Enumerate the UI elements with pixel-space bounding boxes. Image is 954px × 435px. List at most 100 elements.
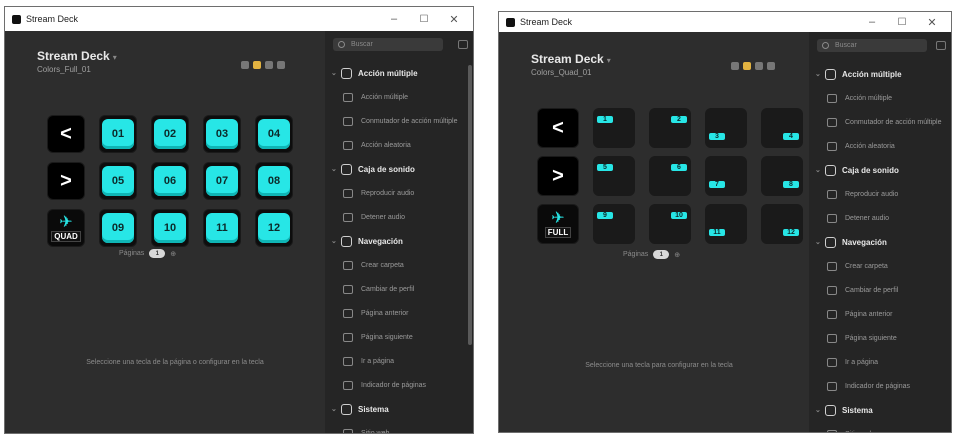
category-sistema[interactable]: ⌄ Sistema [325,397,473,421]
key-04[interactable]: 04 [255,115,293,153]
action-item-accion-aleatoria[interactable]: Acción aleatoria [325,133,473,157]
action-item-pagina-anterior[interactable]: Página anterior [325,301,473,325]
maximize-button[interactable]: ☐ [409,14,439,25]
action-item-sitio-web[interactable]: Sitio web [809,422,951,432]
quad-key-10[interactable]: 10 [649,204,691,244]
previous-page-key[interactable]: < [537,108,579,148]
quad-key-8[interactable]: 8 [761,156,803,196]
user-icon[interactable] [767,62,775,70]
category-icon [825,404,836,416]
quad-key-3[interactable]: 3 [705,108,747,148]
key-11[interactable]: 11 [203,209,241,247]
quad-key-4[interactable]: 4 [761,108,803,148]
page-pill[interactable]: 1 [149,249,166,258]
profile-switch-key[interactable]: ✈ FULL [537,204,579,244]
action-item-accion-multiple[interactable]: Acción múltiple [325,85,473,109]
category-caja-de-sonido[interactable]: ⌄ Caja de sonido [325,157,473,181]
quad-key-2[interactable]: 2 [649,108,691,148]
profile-selector[interactable]: Colors_Quad_01 [531,68,591,77]
quad-key-6[interactable]: 6 [649,156,691,196]
action-item-cambiar-de-perfil[interactable]: Cambiar de perfil [809,278,951,302]
action-item-accion-aleatoria[interactable]: Acción aleatoria [809,134,951,158]
minimize-button[interactable]: – [857,16,887,28]
action-icon [343,116,353,126]
key-02[interactable]: 02 [151,115,189,153]
device-title[interactable]: Stream Deck ▾ [531,52,611,66]
action-item-crear-carpeta[interactable]: Crear carpeta [325,253,473,277]
quad-key-1[interactable]: 1 [593,108,635,148]
action-item-accion-multiple[interactable]: Acción múltiple [809,86,951,110]
quad-cell-active: 10 [671,212,687,219]
settings-icon[interactable] [731,62,739,70]
next-page-key[interactable]: > [47,162,85,200]
category-sistema[interactable]: ⌄ Sistema [809,398,951,422]
action-label: Conmutador de acción múltiple [845,118,942,126]
user-icon[interactable] [277,61,285,69]
quad-key-5[interactable]: 5 [593,156,635,196]
key-label: 09 [102,213,134,243]
minimize-button[interactable]: – [379,13,409,25]
action-item-cambiar-de-perfil[interactable]: Cambiar de perfil [325,277,473,301]
key-label: 03 [206,119,238,149]
next-page-key[interactable]: > [537,156,579,196]
category-accion-multiple[interactable]: ⌄ Acción múltiple [809,62,951,86]
key-03[interactable]: 03 [203,115,241,153]
close-button[interactable]: ✕ [439,13,469,26]
action-item-detener-audio[interactable]: Detener audio [809,206,951,230]
action-item-conmutador-de-accion-multiple[interactable]: Conmutador de acción múltiple [809,110,951,134]
quad-key-12[interactable]: 12 [761,204,803,244]
action-item-indicador-de-paginas[interactable]: Indicador de páginas [809,374,951,398]
action-item-pagina-anterior[interactable]: Página anterior [809,302,951,326]
action-item-indicador-de-paginas[interactable]: Indicador de páginas [325,373,473,397]
device-title[interactable]: Stream Deck ▾ [37,49,117,63]
key-06[interactable]: 06 [151,162,189,200]
key-01[interactable]: 01 [99,115,137,153]
action-item-conmutador-de-accion-multiple[interactable]: Conmutador de acción múltiple [325,109,473,133]
title-bar[interactable]: Stream Deck – ☐ ✕ [499,12,951,32]
key-08[interactable]: 08 [255,162,293,200]
action-item-sitio-web[interactable]: Sitio web [325,421,473,433]
title-bar[interactable]: Stream Deck – ☐ ✕ [5,7,473,31]
key-07[interactable]: 07 [203,162,241,200]
key-05[interactable]: 05 [99,162,137,200]
settings-icon[interactable] [241,61,249,69]
category-accion-multiple[interactable]: ⌄ Acción múltiple [325,61,473,85]
search-input[interactable]: Buscar [817,39,927,52]
quad-key-11[interactable]: 11 [705,204,747,244]
key-12[interactable]: 12 [255,209,293,247]
add-page-icon[interactable]: ⊕ [674,251,680,259]
action-icon [343,92,353,102]
action-item-reproducir-audio[interactable]: Reproducir audio [809,182,951,206]
add-page-icon[interactable]: ⊕ [170,250,176,258]
close-button[interactable]: ✕ [917,16,947,29]
action-item-crear-carpeta[interactable]: Crear carpeta [809,254,951,278]
key-09[interactable]: 09 [99,209,137,247]
action-item-pagina-siguiente[interactable]: Página siguiente [325,325,473,349]
action-item-pagina-siguiente[interactable]: Página siguiente [809,326,951,350]
quad-cell-active: 8 [783,181,799,188]
store-icon[interactable] [253,61,261,69]
profile-selector[interactable]: Colors_Full_01 [37,65,91,74]
category-caja-de-sonido[interactable]: ⌄ Caja de sonido [809,158,951,182]
grid-icon[interactable] [265,61,273,69]
action-item-ir-a-pagina[interactable]: Ir a página [325,349,473,373]
category-navegacion[interactable]: ⌄ Navegación [809,230,951,254]
page-pill[interactable]: 1 [653,250,670,259]
quad-key-7[interactable]: 7 [705,156,747,196]
maximize-button[interactable]: ☐ [887,17,917,28]
profile-switch-key[interactable]: ✈ QUAD [47,209,85,247]
grid-icon[interactable] [755,62,763,70]
action-item-detener-audio[interactable]: Detener audio [325,205,473,229]
action-item-reproducir-audio[interactable]: Reproducir audio [325,181,473,205]
category-icon [341,235,352,247]
key-10[interactable]: 10 [151,209,189,247]
scrollbar[interactable] [468,65,472,345]
store-icon[interactable] [743,62,751,70]
category-navegacion[interactable]: ⌄ Navegación [325,229,473,253]
search-input[interactable]: Buscar [333,38,443,51]
quad-key-9[interactable]: 9 [593,204,635,244]
previous-page-key[interactable]: < [47,115,85,153]
sidebar-toggle-icon[interactable] [458,40,468,49]
sidebar-toggle-icon[interactable] [936,41,946,50]
action-item-ir-a-pagina[interactable]: Ir a página [809,350,951,374]
